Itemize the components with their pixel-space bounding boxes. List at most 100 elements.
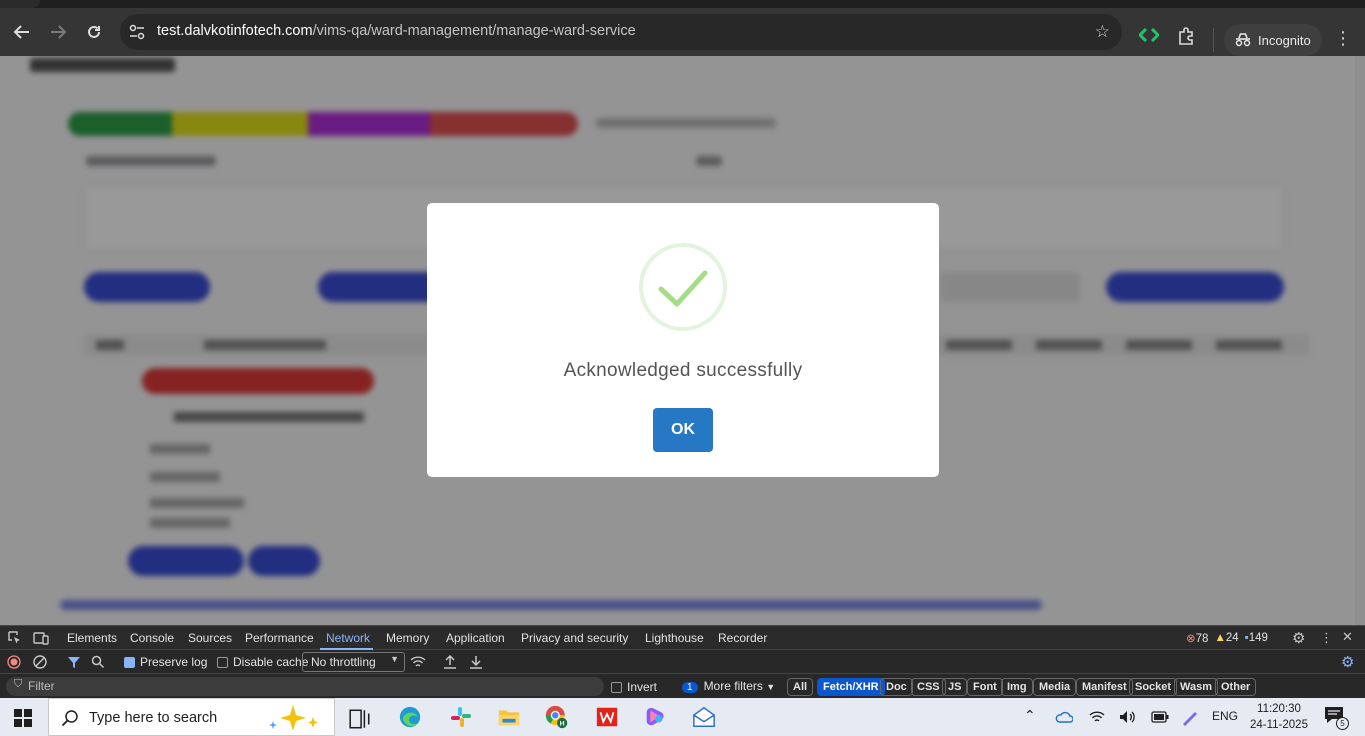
type-filter-js[interactable]: JS: [942, 678, 968, 696]
inspect-element-icon[interactable]: [8, 631, 22, 645]
device-toolbar-icon[interactable]: [33, 631, 49, 645]
forward-button[interactable]: [46, 20, 70, 44]
mail-icon[interactable]: [692, 705, 716, 729]
clock[interactable]: 11:20:30 24-11-2025: [1240, 701, 1318, 733]
preserve-log-checkbox[interactable]: Preserve log: [124, 655, 207, 669]
disable-cache-label: Disable cache: [233, 655, 309, 669]
type-filter-css[interactable]: CSS: [911, 678, 946, 696]
wps-office-icon[interactable]: [595, 705, 619, 729]
tab-memory[interactable]: Memory: [386, 631, 429, 645]
taskbar-search-box[interactable]: Type here to search: [48, 698, 335, 736]
issue-counts[interactable]: ⊗78 ▲24 ▪149: [1186, 631, 1268, 645]
more-filters-label: More filters: [703, 679, 763, 693]
type-filter-fetch-xhr[interactable]: Fetch/XHR: [817, 678, 885, 696]
settings-gear-icon[interactable]: ⚙: [1292, 629, 1305, 647]
battery-icon[interactable]: [1151, 711, 1169, 723]
arrow-right-icon: [51, 25, 67, 39]
back-button[interactable]: [10, 20, 34, 44]
more-filters-count: 1: [682, 682, 698, 693]
copilot-app-icon[interactable]: [643, 705, 667, 729]
search-icon[interactable]: [91, 655, 105, 669]
address-bar[interactable]: test.dalvkotinfotech.com/vims-qa/ward-ma…: [120, 14, 1122, 50]
type-filter-manifest[interactable]: Manifest: [1076, 678, 1133, 696]
type-filter-all[interactable]: All: [787, 678, 814, 696]
disable-cache-checkbox[interactable]: Disable cache: [217, 655, 308, 669]
filter-placeholder: Filter: [28, 679, 55, 693]
url-host: test.dalvkotinfotech.com: [157, 23, 313, 39]
chrome-profile-icon[interactable]: H: [545, 705, 569, 729]
devtools-tab-bar: Elements Console Sources Performance Net…: [0, 626, 1365, 650]
copilot-sparkle-icon: [269, 705, 318, 731]
bookmark-star-icon[interactable]: ☆: [1095, 22, 1110, 42]
type-filter-socket[interactable]: Socket: [1129, 678, 1178, 696]
network-filter-bar: ⛉ Filter Invert 1 More filters ▼ All Fetc…: [0, 674, 1365, 699]
reload-button[interactable]: [82, 20, 106, 44]
browser-menu-icon[interactable]: ⋮: [1334, 28, 1352, 49]
input-language[interactable]: ENG: [1212, 709, 1238, 723]
tab-privacy-security[interactable]: Privacy and security: [521, 631, 628, 645]
invert-checkbox[interactable]: Invert: [611, 680, 657, 694]
tab-network[interactable]: Network: [326, 631, 370, 645]
throttling-select[interactable]: No throttling ▼: [302, 652, 405, 672]
site-info-icon[interactable]: [128, 23, 146, 41]
clear-icon[interactable]: [33, 655, 47, 669]
filter-input[interactable]: ⛉ Filter: [6, 677, 604, 696]
windows-taskbar: Type here to search H ⌃ ENG 11:20:30 24-…: [0, 698, 1365, 736]
network-conditions-icon[interactable]: [410, 655, 426, 669]
tab-performance[interactable]: Performance: [245, 631, 314, 645]
chevron-down-icon: ▼: [390, 654, 399, 664]
onedrive-cloud-icon[interactable]: [1055, 710, 1073, 724]
show-hidden-icons-chevron-icon[interactable]: ⌃: [1024, 707, 1036, 724]
tab-sources[interactable]: Sources: [188, 631, 232, 645]
type-filter-media[interactable]: Media: [1033, 678, 1077, 696]
error-icon: ⊗: [1186, 633, 1196, 645]
pen-icon[interactable]: [1181, 708, 1199, 726]
tab-lighthouse[interactable]: Lighthouse: [645, 631, 704, 645]
tab-elements[interactable]: Elements: [67, 631, 117, 645]
checkbox-checked: [124, 657, 135, 668]
url-text[interactable]: test.dalvkotinfotech.com/vims-qa/ward-ma…: [157, 23, 636, 39]
checkmark-icon: [658, 270, 708, 307]
search-icon: [61, 710, 78, 727]
invert-label: Invert: [627, 680, 658, 694]
tab-console[interactable]: Console: [130, 631, 174, 645]
filter-icon: ⛉: [14, 678, 23, 690]
tab-strip: [0, 0, 1365, 8]
wifi-icon[interactable]: [1089, 710, 1105, 724]
warning-icon: ▲: [1214, 632, 1226, 644]
network-settings-gear-icon[interactable]: ⚙: [1341, 653, 1354, 671]
incognito-button[interactable]: Incognito: [1224, 24, 1322, 56]
tab-recorder[interactable]: Recorder: [718, 631, 767, 645]
checkbox-unchecked: [611, 682, 622, 693]
type-filter-wasm[interactable]: Wasm: [1174, 678, 1218, 696]
tab-application[interactable]: Application: [446, 631, 505, 645]
type-filter-font[interactable]: Font: [967, 678, 1003, 696]
chevron-down-icon: ▼: [766, 682, 776, 692]
task-view-icon[interactable]: [348, 707, 372, 731]
message-count: ▪149: [1244, 632, 1268, 644]
notification-center-button[interactable]: 5: [1324, 706, 1350, 730]
filter-funnel-icon[interactable]: [67, 655, 81, 669]
export-har-icon[interactable]: [469, 655, 483, 669]
more-filters-button[interactable]: 1 More filters ▼: [682, 679, 775, 693]
windows-start-icon[interactable]: [14, 709, 32, 727]
type-filter-doc[interactable]: Doc: [880, 678, 913, 696]
extension-code-icon[interactable]: [1139, 27, 1159, 43]
warning-count: ▲24: [1214, 632, 1239, 644]
file-explorer-icon[interactable]: [497, 705, 521, 729]
type-filter-img[interactable]: Img: [1001, 678, 1033, 696]
extensions-puzzle-icon[interactable]: [1176, 26, 1196, 46]
type-filter-other[interactable]: Other: [1215, 678, 1257, 696]
error-count: ⊗78: [1186, 633, 1209, 645]
devtools-menu-icon[interactable]: ⋮: [1320, 630, 1333, 646]
ok-button[interactable]: OK: [653, 408, 713, 452]
import-har-icon[interactable]: [443, 655, 457, 669]
close-devtools-icon[interactable]: ✕: [1342, 629, 1353, 645]
volume-icon[interactable]: [1118, 709, 1136, 725]
edge-browser-icon[interactable]: [398, 705, 422, 729]
search-placeholder: Type here to search: [89, 710, 218, 726]
slack-icon[interactable]: [449, 705, 473, 729]
tab[interactable]: [0, 0, 40, 8]
arrow-left-icon: [13, 25, 29, 39]
record-icon[interactable]: [7, 655, 21, 669]
